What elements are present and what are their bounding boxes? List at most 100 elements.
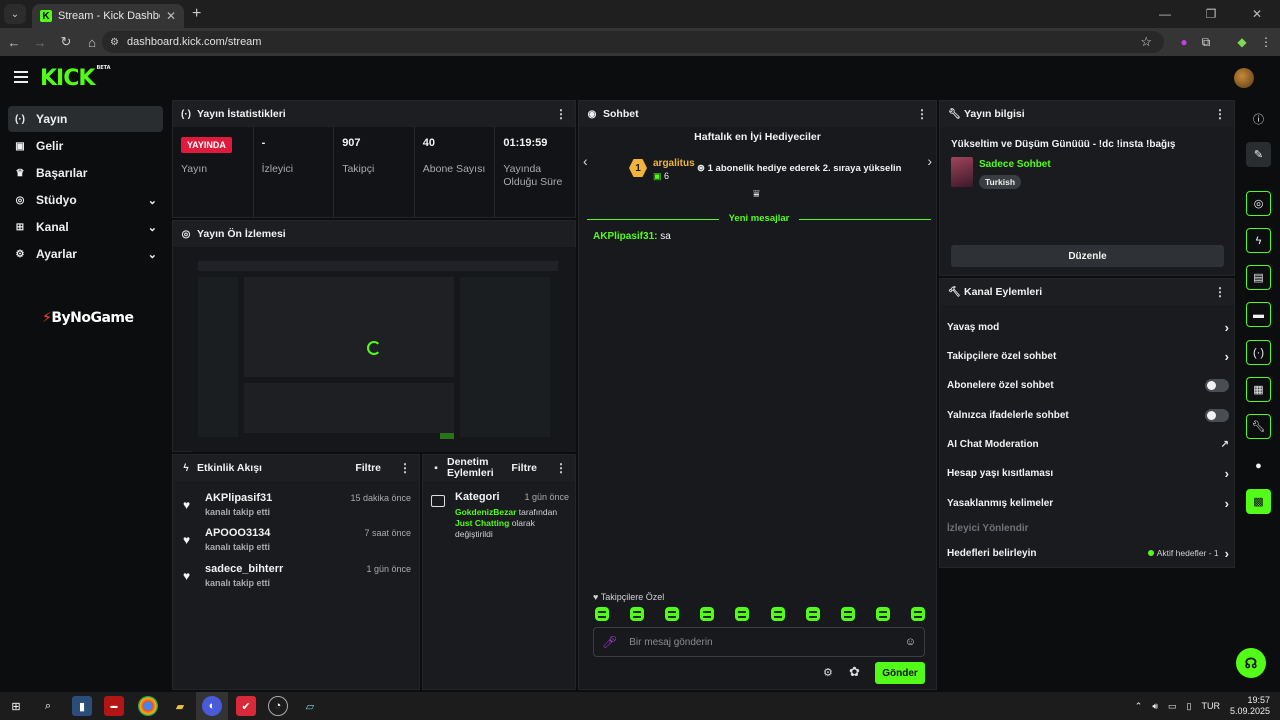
chevron-right-icon[interactable]: › [927, 153, 932, 169]
more-options-icon[interactable]: ⋮ [399, 461, 411, 475]
stat-subscribers: 40 Abone Sayısı [415, 127, 496, 217]
windows-start-icon[interactable]: ⊞ [6, 696, 26, 716]
sidebar-item-ayarlar[interactable]: ⚙ Ayarlar ⌄ [8, 241, 163, 267]
action-set-goals[interactable]: Hedefleri belirleyin Aktif hedefler - 1 … [947, 543, 1229, 563]
network-icon[interactable]: ▭ [1168, 701, 1177, 712]
emotes-only-toggle[interactable] [1205, 408, 1229, 422]
back-icon[interactable]: ← [2, 30, 26, 54]
home-icon[interactable]: ⌂ [80, 30, 104, 54]
action-ai-moderation[interactable]: AI Chat Moderation ↗ [947, 434, 1229, 454]
search-icon[interactable]: ⌕ [38, 696, 58, 716]
gifter-name[interactable]: argalitus [653, 158, 695, 169]
app-icon[interactable]: ✔ [236, 696, 256, 716]
minimize-button[interactable]: — [1142, 0, 1188, 28]
chrome-icon[interactable] [138, 696, 158, 716]
subscribers-only-toggle[interactable] [1205, 378, 1229, 392]
emote-icon[interactable] [805, 607, 820, 621]
chat-tools-icon[interactable]: ✿ [849, 664, 860, 680]
edit-button[interactable]: Düzenle [951, 245, 1224, 267]
emote-icon[interactable] [840, 607, 855, 621]
sidebar-item-studyo[interactable]: ◎ Stüdyo ⌄ [8, 187, 163, 213]
action-followers-only-chat[interactable]: Takipçilere özel sohbet › [947, 346, 1229, 366]
collapse-icon[interactable]: ⩸ [753, 188, 760, 201]
sidebar-item-gelir[interactable]: ▣ Gelir [8, 133, 163, 159]
emote-icon[interactable] [910, 607, 925, 621]
browser-menu-icon[interactable]: ⋮ [1256, 32, 1276, 52]
follower-name[interactable]: AKPlipasif31 [205, 492, 272, 504]
app-icon[interactable]: ▬ [104, 696, 124, 716]
chat-widget-icon[interactable]: ▬ [1246, 302, 1271, 327]
address-bar[interactable]: ⚙ dashboard.kick.com/stream ☆ [102, 31, 1164, 53]
emote-icon[interactable] [770, 607, 785, 621]
action-account-age[interactable]: Hesap yaşı kısıtlaması › [947, 463, 1229, 483]
preview-widget-icon[interactable]: ◎ [1246, 191, 1271, 216]
restore-button[interactable]: ❐ [1188, 0, 1234, 28]
tab-close-icon[interactable]: ✕ [166, 9, 176, 23]
emote-icon[interactable] [700, 607, 715, 621]
emoji-icon[interactable]: ☺ [905, 636, 916, 648]
app-icon[interactable]: ▮ [72, 696, 92, 716]
category-name[interactable]: Sadece Sohbet [979, 159, 1051, 170]
language-indicator[interactable]: TUR [1201, 701, 1220, 711]
clapperboard-icon[interactable]: ▩ [1246, 489, 1271, 514]
menu-icon[interactable] [14, 71, 28, 83]
filter-button[interactable]: Filtre [511, 462, 537, 474]
sidebar-item-yayin[interactable]: (·) Yayın [8, 106, 163, 132]
emote-icon[interactable] [665, 607, 680, 621]
info-icon[interactable]: ⓘ [1246, 106, 1271, 131]
notes-widget-icon[interactable]: ▤ [1246, 265, 1271, 290]
profile-shield-icon[interactable]: ◆ [1232, 32, 1252, 52]
chat-username[interactable]: AKPlipasif31: [593, 231, 657, 242]
help-support-icon[interactable]: ☊ [1236, 648, 1266, 678]
more-options-icon[interactable]: ⋮ [1214, 107, 1226, 121]
browser-icon[interactable]: ◐ [202, 696, 222, 716]
chat-settings-icon[interactable]: ⚙ [823, 666, 833, 679]
emote-icon[interactable] [875, 607, 890, 621]
send-button[interactable]: Gönder [875, 662, 925, 684]
sidebar-item-kanal[interactable]: ⊞ Kanal ⌄ [8, 214, 163, 240]
clock[interactable]: 19:57 5.09.2025 [1230, 695, 1270, 717]
extension-icon[interactable]: ● [1174, 32, 1194, 52]
follower-name[interactable]: APOOO3134 [205, 527, 270, 539]
emote-icon[interactable] [735, 607, 750, 621]
browser-tab[interactable]: K Stream - Kick Dashboard ✕ [32, 4, 184, 28]
window-close-button[interactable]: ✕ [1234, 0, 1280, 28]
activity-widget-icon[interactable]: ϟ [1246, 228, 1271, 253]
site-info-icon[interactable]: ⚙ [110, 37, 119, 48]
filter-button[interactable]: Filtre [355, 462, 381, 474]
obs-icon[interactable]: ◔ [268, 696, 288, 716]
reload-icon[interactable]: ↻ [54, 30, 78, 54]
volume-icon[interactable]: 🔊︎ [1152, 701, 1158, 712]
chevron-up-icon[interactable]: ⌃ [1135, 701, 1143, 712]
action-slow-mode[interactable]: Yavaş mod › [947, 317, 1229, 337]
chevron-left-icon[interactable]: ‹ [583, 153, 588, 169]
avatar[interactable] [1234, 68, 1254, 88]
bookmark-star-icon[interactable]: ☆ [1140, 34, 1152, 50]
shapes-icon[interactable]: ● [1246, 453, 1271, 478]
sidebar-item-basarilar[interactable]: ♛ Başarılar [8, 160, 163, 186]
more-options-icon[interactable]: ⋮ [916, 107, 928, 121]
wrench-widget-icon[interactable]: 🔧︎ [1246, 414, 1271, 439]
forward-icon[interactable]: → [28, 30, 52, 54]
chat-input[interactable]: 🎤︎ Bir mesaj gönderin ☺ [593, 627, 925, 657]
stream-preview-video[interactable] [192, 247, 576, 452]
sponsor-logo[interactable]: ⚡ByNoGame [42, 310, 134, 326]
emote-icon[interactable] [630, 607, 645, 621]
moderation-widget-icon[interactable]: ▦ [1246, 377, 1271, 402]
more-options-icon[interactable]: ⋮ [1214, 285, 1226, 299]
action-banned-words[interactable]: Yasaklanmış kelimeler › [947, 493, 1229, 513]
follower-name[interactable]: sadece_bihterr [205, 563, 283, 575]
kick-logo[interactable]: KICK BETA [40, 65, 111, 91]
emote-icon[interactable] [595, 607, 609, 621]
edit-layout-icon[interactable]: ✎ [1246, 142, 1271, 167]
more-options-icon[interactable]: ⋮ [555, 461, 567, 475]
tab-search-button[interactable]: ⌄ [4, 4, 26, 24]
battery-icon[interactable]: ▯ [1187, 701, 1192, 712]
new-tab-button[interactable]: + [192, 5, 201, 23]
microphone-icon[interactable]: 🎤︎ [602, 635, 617, 649]
broadcast-widget-icon[interactable]: (·) [1246, 340, 1271, 365]
notepad-icon[interactable]: ▱ [300, 696, 320, 716]
file-explorer-icon[interactable]: ▰ [170, 696, 190, 716]
more-options-icon[interactable]: ⋮ [555, 107, 567, 121]
extensions-puzzle-icon[interactable]: ⧉ [1196, 32, 1216, 52]
